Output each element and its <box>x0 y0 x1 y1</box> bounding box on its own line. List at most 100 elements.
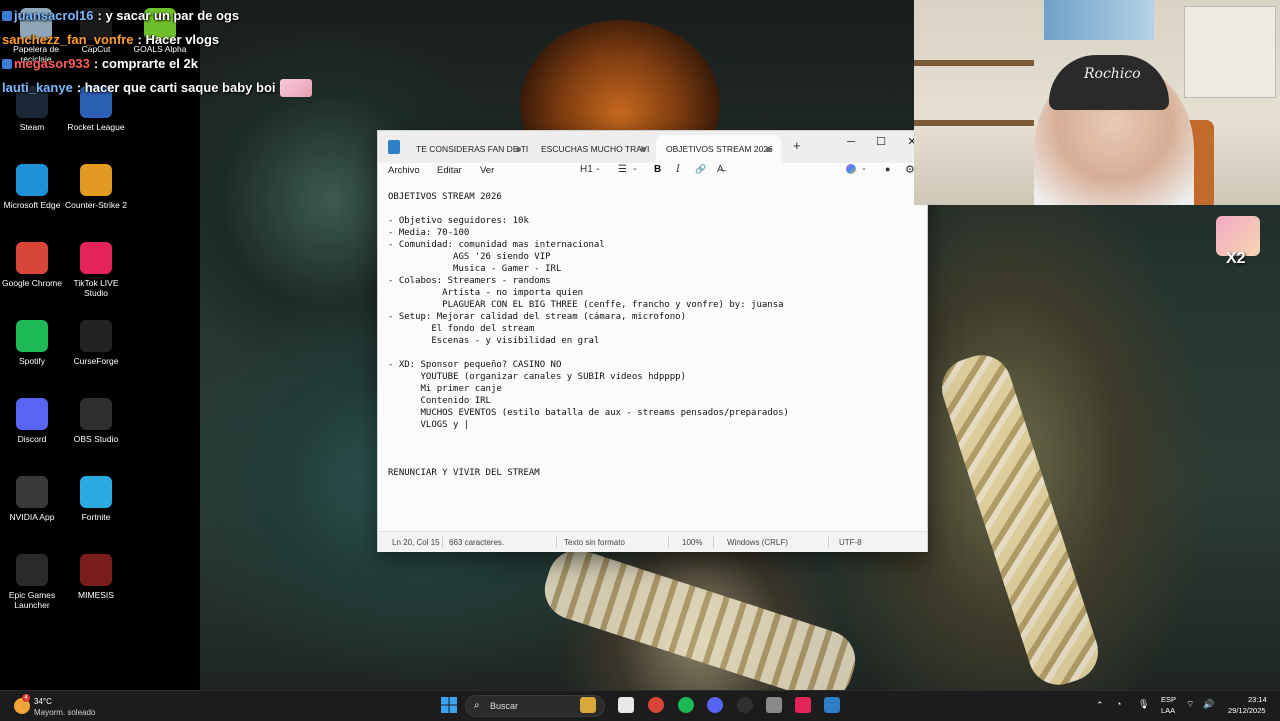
desktop-icon[interactable]: Microsoft Edge <box>0 164 64 210</box>
clear-format-icon[interactable]: A̶ <box>717 164 724 175</box>
obs-icon[interactable] <box>737 697 753 713</box>
chat-text: : y sacar un par de ogs <box>97 8 240 23</box>
editor-line: - Objetivo seguidores: 10k <box>388 216 529 226</box>
editor-line: Musica - Gamer - IRL <box>388 264 562 274</box>
edge-icon <box>16 164 48 196</box>
heading-dropdown[interactable]: H1 <box>580 164 593 175</box>
webcam-drawing <box>1184 6 1276 98</box>
chevron-down-icon[interactable]: ⌄ <box>632 164 638 172</box>
text-format: Texto sin formato <box>564 538 625 547</box>
editor-line: Artista - no importa quien <box>388 288 584 298</box>
line-ending: Windows (CRLF) <box>727 538 788 547</box>
desktop-icon[interactable]: Discord <box>0 398 64 444</box>
chrome-icon[interactable] <box>648 697 664 713</box>
search-icon: ⌕ <box>474 700 480 711</box>
webcam-shelf <box>914 60 1034 66</box>
desktop-icon[interactable]: Google Chrome <box>0 242 64 288</box>
notepad-icon[interactable] <box>824 697 840 713</box>
status-divider <box>668 536 669 548</box>
taskview-icon[interactable] <box>618 697 634 713</box>
desktop-icon[interactable]: MIMESIS <box>64 554 128 600</box>
desktop-icon[interactable]: TikTok LIVE Studio <box>64 242 128 298</box>
desktop-icon[interactable]: Epic Games Launcher <box>0 554 64 610</box>
desktop-icon-label: OBS Studio <box>73 434 119 444</box>
editor-line: AGS '26 siendo VIP <box>388 252 551 262</box>
clock-date[interactable]: 29/12/2025 <box>1228 706 1266 715</box>
wallpaper-chain <box>934 347 1106 690</box>
editor-line: - Media: 70-100 <box>388 228 470 238</box>
tab-te-consideras[interactable]: TE CONSIDERAS FAN DE TI <box>406 135 531 163</box>
list-icon[interactable]: ☰ <box>618 164 627 175</box>
discord-icon <box>16 398 48 430</box>
notepad-window[interactable]: TE CONSIDERAS FAN DE TI ESCUCHAS MUCHO T… <box>377 130 928 552</box>
chevron-up-icon[interactable]: ⌃ <box>1096 700 1104 711</box>
snipping-tool-icon[interactable] <box>766 697 782 713</box>
search-highlight-icon[interactable] <box>580 697 596 713</box>
bold-button[interactable]: B <box>654 164 661 175</box>
streamer-cap <box>1049 55 1169 110</box>
notepad-editor[interactable]: OBJETIVOS STREAM 2026 - Objetivo seguidor… <box>388 191 918 479</box>
menu-ver[interactable]: Ver <box>480 165 494 176</box>
desktop-icon[interactable]: CurseForge <box>64 320 128 366</box>
windows-start-icon[interactable] <box>441 697 457 713</box>
mic-icon[interactable]: 🎙 <box>1138 699 1149 710</box>
new-tab-button[interactable]: + <box>793 138 801 153</box>
encoding: UTF-8 <box>839 538 862 547</box>
chevron-down-icon[interactable]: ⌄ <box>861 164 867 172</box>
chat-text: : hacer que carti saque baby boi <box>76 80 276 95</box>
desktop-icon-label: Spotify <box>19 356 45 366</box>
editor-line: VLOGS y | <box>388 420 470 430</box>
chevron-down-icon[interactable]: ⌄ <box>595 164 601 172</box>
status-divider <box>828 536 829 548</box>
desktop-icon-label: Discord <box>17 434 47 444</box>
desktop-icon[interactable]: Spotify <box>0 320 64 366</box>
chat-message: juansacrol16: y sacar un par de ogs <box>2 4 332 28</box>
account-icon[interactable]: ● <box>885 164 890 174</box>
curseforge-icon <box>80 320 112 352</box>
desktop-icon-label: Microsoft Edge <box>3 200 61 210</box>
menu-archivo[interactable]: Archivo <box>388 165 420 176</box>
webcam-shelf-lower <box>914 120 1034 126</box>
tab-label: ESCUCHAS MUCHO TRAVI <box>541 144 650 154</box>
editor-line: Contenido IRL <box>388 396 491 406</box>
italic-button[interactable]: I <box>676 164 680 175</box>
stream-chat-overlay: juansacrol16: y sacar un par de ogs sanch… <box>2 4 332 100</box>
minimize-button[interactable]: ─ <box>836 131 866 155</box>
status-divider <box>442 536 443 548</box>
epic-games-icon <box>16 554 48 586</box>
copilot-icon[interactable] <box>846 164 856 174</box>
network-wifi-icon[interactable]: ⌔ <box>1186 699 1194 710</box>
spotify-icon[interactable] <box>678 697 694 713</box>
desktop-icon[interactable]: Fortnite <box>64 476 128 522</box>
tiktok-icon[interactable] <box>795 697 811 713</box>
discord-icon[interactable] <box>707 697 723 713</box>
streamer-cap-logo: Rochico <box>1084 66 1141 82</box>
tab-label: TE CONSIDERAS FAN DE TI <box>416 144 529 154</box>
chat-emote-icon <box>279 79 312 97</box>
chrome-icon <box>16 242 48 274</box>
clock-time[interactable]: 23:14 <box>1248 695 1267 704</box>
link-icon[interactable]: 🔗 <box>695 164 706 175</box>
tab-objetivos-stream[interactable]: OBJETIVOS STREAM 2026 <box>656 135 781 163</box>
input-language[interactable]: ESP <box>1161 695 1176 704</box>
notepad-titlebar[interactable]: TE CONSIDERAS FAN DE TI ESCUCHAS MUCHO T… <box>378 131 927 163</box>
unsaved-dot-icon <box>516 147 521 152</box>
desktop-icon[interactable]: OBS Studio <box>64 398 128 444</box>
status-divider <box>713 536 714 548</box>
chat-message: megasor933: comprarte el 2k <box>2 52 332 76</box>
menu-editar[interactable]: Editar <box>437 165 462 176</box>
maximize-button[interactable]: ☐ <box>866 131 896 155</box>
desktop-icon[interactable]: Counter-Strike 2 <box>64 164 128 210</box>
editor-line: Escenas - y visibilidad en gral <box>388 336 600 346</box>
network-icon[interactable]: ◔ <box>1116 699 1121 709</box>
desktop-icon-label: Fortnite <box>81 512 111 522</box>
desktop-icon[interactable]: NVIDIA App <box>0 476 64 522</box>
chat-badge-icon <box>2 11 12 21</box>
taskbar: 4 34°C Mayorm. soleado ⌕ Buscar ⌃ ◔ 🎙 ES… <box>0 690 1280 721</box>
tab-escuchas-mucho[interactable]: ESCUCHAS MUCHO TRAVI <box>531 135 656 163</box>
editor-line: El fondo del stream <box>388 324 535 334</box>
volume-icon[interactable]: 🔊 <box>1203 699 1214 710</box>
